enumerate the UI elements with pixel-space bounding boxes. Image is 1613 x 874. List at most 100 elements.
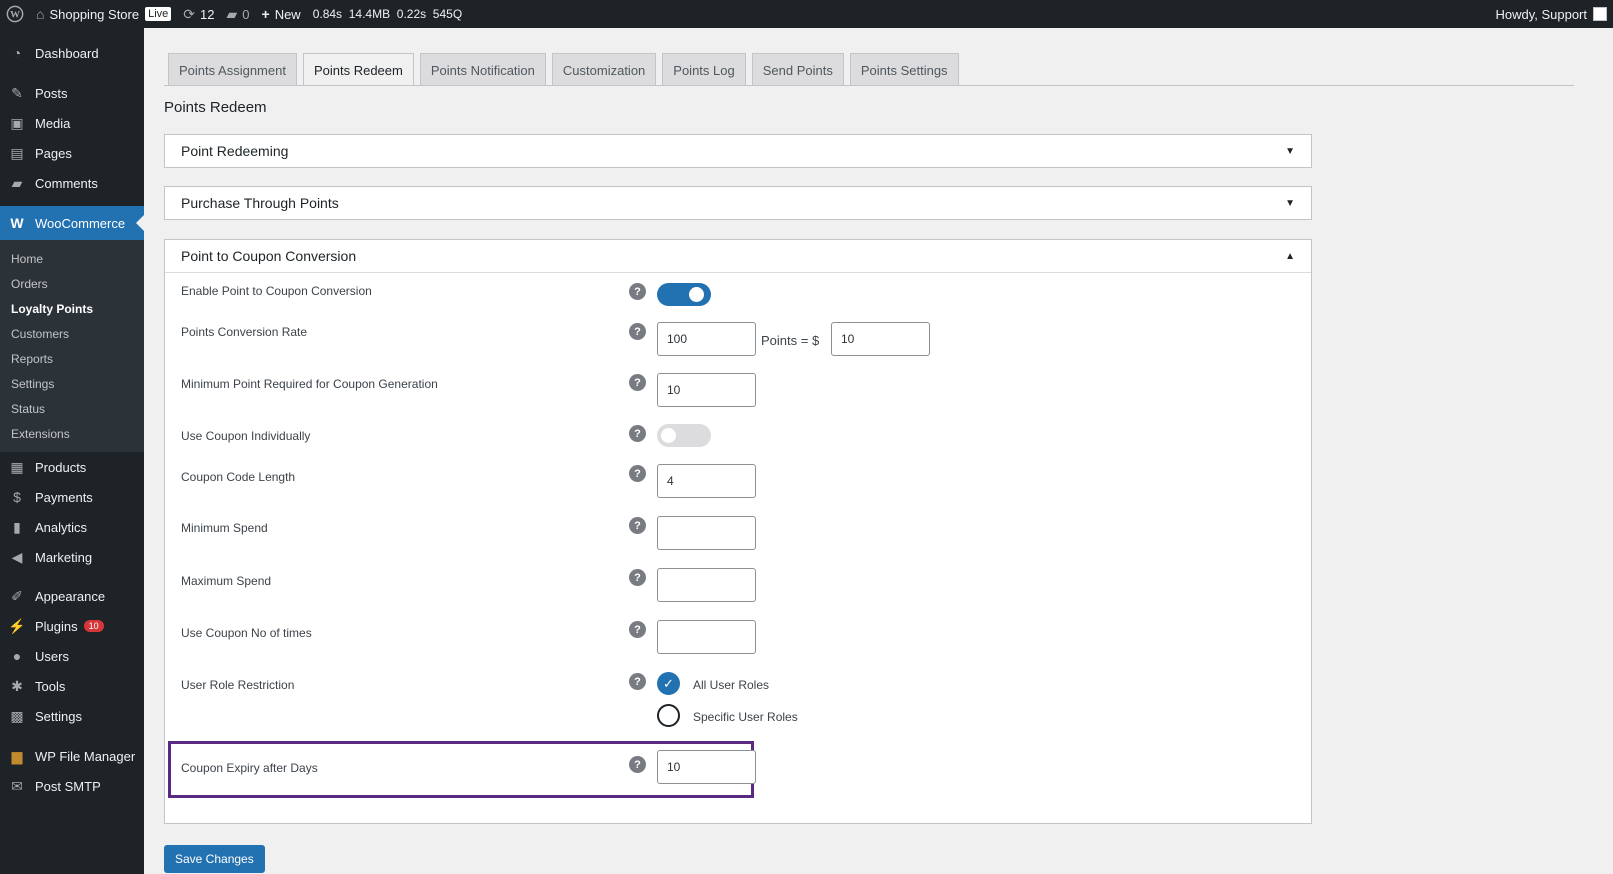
pages-icon: ▤: [10, 144, 24, 161]
wordpress-logo-icon[interactable]: W: [0, 0, 30, 28]
all-roles-radio[interactable]: ✓: [657, 672, 680, 695]
menu-plugins[interactable]: ⚡ Plugins 10: [0, 611, 144, 641]
menu-label: WooCommerce: [35, 215, 126, 231]
min-point-input[interactable]: 10: [657, 373, 756, 407]
menu-appearance[interactable]: ✐ Appearance: [0, 581, 144, 611]
menu-tools[interactable]: ✱ Tools: [0, 671, 144, 701]
help-icon[interactable]: ?: [629, 673, 646, 690]
admin-bar: W ⌂ Shopping Store Live ⟳ 12 ▰ 0 + New 0…: [0, 0, 1613, 28]
menu-woocommerce[interactable]: W WooCommerce: [0, 206, 144, 240]
help-icon[interactable]: ?: [629, 425, 646, 442]
purchase-through-points-header[interactable]: Purchase Through Points ▼: [165, 187, 1311, 219]
menu-analytics[interactable]: ▮ Analytics: [0, 512, 144, 542]
expiry-days-input[interactable]: 10: [657, 750, 756, 784]
menu-label: Settings: [35, 708, 82, 724]
specific-roles-label: Specific User Roles: [693, 710, 798, 724]
expiry-label: Coupon Expiry after Days: [181, 761, 318, 775]
main-content: Points Assignment Points Redeem Points N…: [144, 28, 1613, 874]
dashboard-icon: ◔: [12, 45, 22, 61]
conversion-amount-input[interactable]: 10: [831, 322, 930, 356]
menu-marketing[interactable]: ◀ Marketing: [0, 542, 144, 572]
my-account-link[interactable]: Howdy, Support: [1489, 0, 1613, 28]
query-monitor-link[interactable]: 0.84s 14.4MB 0.22s 545Q: [307, 0, 468, 28]
tab-points-redeem[interactable]: Points Redeem: [302, 53, 414, 86]
menu-comments[interactable]: ▰ Comments: [0, 168, 144, 198]
point-redeeming-header[interactable]: Point Redeeming ▼: [165, 135, 1311, 167]
menu-label: Products: [35, 459, 87, 475]
plugin-icon: ⚡: [8, 617, 26, 634]
menu-products[interactable]: ▦ Products: [0, 452, 144, 482]
menu-users[interactable]: ● Users: [0, 641, 144, 671]
code-length-input[interactable]: 4: [657, 464, 756, 498]
menu-dashboard[interactable]: ◔ Dashboard: [0, 38, 144, 68]
menu-post-smtp[interactable]: ✉ Post SMTP: [0, 771, 144, 801]
menu-payments[interactable]: $ Payments: [0, 482, 144, 512]
help-icon[interactable]: ?: [629, 756, 646, 773]
min-spend-input[interactable]: [657, 516, 756, 550]
tab-points-assignment[interactable]: Points Assignment: [168, 53, 297, 86]
help-icon[interactable]: ?: [629, 517, 646, 534]
perf-queries: 545Q: [432, 7, 463, 21]
comments-count: 0: [242, 6, 250, 22]
specific-roles-radio[interactable]: [657, 704, 680, 727]
conversion-rate-label: Points Conversion Rate: [181, 325, 308, 339]
perf-db-time: 0.22s: [396, 7, 427, 21]
help-icon[interactable]: ?: [629, 283, 646, 300]
media-icon: ▣: [10, 114, 24, 131]
new-content-link[interactable]: + New: [256, 0, 307, 28]
site-name-link[interactable]: ⌂ Shopping Store Live: [30, 0, 177, 28]
tab-points-log[interactable]: Points Log: [662, 53, 746, 86]
point-to-coupon-header[interactable]: Point to Coupon Conversion ▲: [165, 240, 1311, 272]
help-icon[interactable]: ?: [629, 323, 646, 340]
updates-link[interactable]: ⟳ 12: [177, 0, 220, 28]
menu-posts[interactable]: ✎ Posts: [0, 78, 144, 108]
refresh-icon: ⟳: [183, 5, 196, 22]
menu-label: Payments: [35, 489, 93, 505]
help-icon[interactable]: ?: [629, 621, 646, 638]
menu-label: Posts: [35, 85, 68, 101]
home-icon: ⌂: [36, 6, 45, 22]
help-icon[interactable]: ?: [629, 569, 646, 586]
menu-wp-file-manager[interactable]: ▆ WP File Manager: [0, 741, 144, 771]
pin-icon: ✎: [11, 84, 23, 101]
tab-points-notification[interactable]: Points Notification: [419, 53, 546, 86]
menu-pages[interactable]: ▤ Pages: [0, 138, 144, 168]
tab-send-points[interactable]: Send Points: [751, 53, 844, 86]
use-individually-toggle[interactable]: [657, 424, 711, 447]
mail-icon: ✉: [11, 777, 23, 794]
menu-settings[interactable]: ▩ Settings: [0, 701, 144, 731]
submenu-orders[interactable]: Orders: [0, 271, 144, 296]
woocommerce-icon: W: [10, 215, 24, 231]
greeting: Howdy, Support: [1495, 6, 1587, 22]
use-times-input[interactable]: [657, 620, 756, 654]
max-spend-input[interactable]: [657, 568, 756, 602]
submenu-home[interactable]: Home: [0, 246, 144, 271]
caret-down-icon: ▼: [1285, 197, 1295, 209]
enable-conversion-toggle[interactable]: [657, 283, 711, 306]
menu-media[interactable]: ▣ Media: [0, 108, 144, 138]
submenu-reports[interactable]: Reports: [0, 346, 144, 371]
megaphone-icon: ◀: [11, 548, 23, 565]
help-icon[interactable]: ?: [629, 465, 646, 482]
help-icon[interactable]: ?: [629, 374, 646, 391]
settings-icon: ▩: [10, 707, 24, 724]
tab-customization[interactable]: Customization: [551, 53, 657, 86]
panel-title: Point to Coupon Conversion: [181, 248, 357, 264]
point-redeeming-panel: Point Redeeming ▼: [164, 134, 1312, 168]
panel-title: Purchase Through Points: [181, 195, 339, 211]
conversion-points-input[interactable]: 100: [657, 322, 756, 356]
submenu-status[interactable]: Status: [0, 396, 144, 421]
submenu-loyalty-points[interactable]: Loyalty Points: [0, 296, 144, 321]
tabs-divider: [164, 85, 1574, 86]
code-length-label: Coupon Code Length: [181, 470, 296, 484]
save-changes-button[interactable]: Save Changes: [164, 845, 265, 873]
submenu-customers[interactable]: Customers: [0, 321, 144, 346]
submenu-extensions[interactable]: Extensions: [0, 421, 144, 446]
comments-link[interactable]: ▰ 0: [220, 0, 255, 28]
submenu-settings[interactable]: Settings: [0, 371, 144, 396]
tab-points-settings[interactable]: Points Settings: [849, 53, 959, 86]
role-restriction-label: User Role Restriction: [181, 678, 295, 692]
settings-tabs: Points Assignment Points Redeem Points N…: [168, 53, 965, 86]
toggle-knob: [661, 428, 676, 443]
check-icon: ✓: [663, 675, 674, 691]
